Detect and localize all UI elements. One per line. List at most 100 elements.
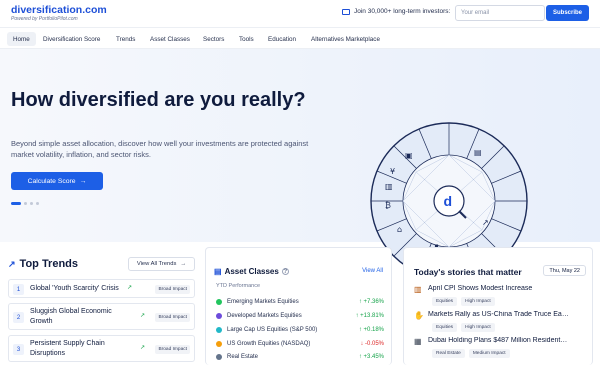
arrow-right-icon: → — [180, 261, 187, 267]
calculate-score-button[interactable]: Calculate Score → — [11, 172, 103, 190]
asset-row[interactable]: Emerging Markets Equities ↑ +7.36% — [216, 295, 384, 308]
hero-title: How diversified are you really? — [11, 89, 306, 111]
hero-description: Beyond simple asset allocation, discover… — [11, 139, 309, 159]
asset-color-dot — [216, 312, 222, 319]
asset-row[interactable]: Large Cap US Equities (S&P 500) ↑ +0.18% — [216, 323, 384, 336]
carousel-dot-active[interactable] — [11, 202, 21, 205]
asset-row[interactable]: US Growth Equities (NASDAQ) ↓ -0.05% — [216, 337, 384, 350]
impact-badge: Broad Impact — [155, 285, 190, 294]
asset-ytd-value: ↑ +7.36% — [358, 298, 384, 305]
view-all-trends-button[interactable]: View All Trends → — [128, 257, 195, 271]
arrow-right-icon: → — [79, 177, 87, 185]
stories-title: Today's stories that matter — [414, 267, 522, 277]
asset-ytd-value: ↑ +3.45% — [358, 353, 384, 360]
nav-alternatives-marketplace[interactable]: Alternatives Marketplace — [305, 32, 386, 46]
asset-ytd-value: ↓ -0.05% — [360, 340, 384, 347]
asset-ytd-value: ↑ +13.81% — [355, 312, 384, 319]
story-tag: High Impact — [461, 323, 495, 332]
nav-asset-classes[interactable]: Asset Classes — [144, 32, 196, 46]
stories-panel: Today's stories that matter Thu, May 22 … — [403, 247, 593, 365]
top-trends-heading: ↗ Top Trends — [8, 258, 78, 270]
asset-name: Emerging Markets Equities — [227, 298, 299, 305]
top-trends-title: Top Trends — [19, 258, 79, 270]
asset-color-dot — [216, 340, 222, 347]
nav-tools[interactable]: Tools — [233, 32, 260, 46]
asset-color-dot — [216, 326, 222, 333]
trend-number: 3 — [13, 344, 24, 355]
story-tags: Equities High Impact — [432, 323, 495, 332]
site-logo[interactable]: diversification.com — [11, 4, 107, 16]
asset-color-dot — [216, 298, 222, 305]
main-nav: Home Diversification Score Trends Asset … — [0, 27, 600, 49]
bitcoin-icon: ₿ — [385, 201, 391, 210]
story-item[interactable]: ▦ Dubai Holding Plans $487 Million Resid… — [414, 337, 589, 361]
story-tags: Real Estate Medium Impact — [432, 349, 510, 358]
asset-name: US Growth Equities (NASDAQ) — [227, 340, 311, 347]
story-tag: Equities — [432, 323, 458, 332]
nav-diversification-score[interactable]: Diversification Score — [37, 32, 106, 46]
asset-name: Real Estate — [227, 353, 259, 360]
asset-classes-heading: ▤ Asset Classes ? — [214, 267, 289, 276]
date-badge: Thu, May 22 — [543, 265, 586, 276]
info-icon[interactable]: ? — [281, 268, 289, 275]
building-icon: ▦ — [414, 337, 422, 346]
wheel-center-letter: d — [444, 193, 453, 209]
story-tag: Equities — [432, 297, 458, 306]
trend-number: 1 — [13, 284, 24, 295]
nav-education[interactable]: Education — [262, 32, 302, 46]
view-all-trends-label: View All Trends — [136, 261, 177, 267]
building-icon: ▤ — [474, 148, 482, 157]
impact-badge: Broad Impact — [155, 313, 190, 322]
trend-number: 2 — [13, 312, 24, 323]
yen-icon: ¥ — [390, 167, 395, 176]
subscribe-button[interactable]: Subscribe — [546, 5, 589, 21]
story-item[interactable]: ✋ Markets Rally as US-China Trade Truce … — [414, 311, 589, 335]
trend-item[interactable]: 3 Persistent Supply Chain Disruptions ↗ … — [8, 335, 195, 362]
asset-row[interactable]: Real Estate ↑ +3.45% — [216, 350, 384, 363]
trend-up-icon: ↗ — [127, 285, 133, 291]
handshake-icon: ✋ — [414, 311, 424, 320]
ytd-performance-label: YTD Performance — [216, 283, 261, 289]
trend-item[interactable]: 1 Global 'Youth Scarcity' Crisis ↗ Broad… — [8, 279, 195, 298]
carousel-dot[interactable] — [24, 202, 27, 205]
asset-name: Large Cap US Equities (S&P 500) — [227, 326, 318, 333]
top-trends-panel: ↗ Top Trends View All Trends → 1 Global … — [0, 247, 200, 365]
story-tag: High Impact — [461, 297, 495, 306]
story-headline[interactable]: Markets Rally as US-China Trade Truce Ea… — [428, 311, 588, 318]
carousel-dots — [11, 202, 39, 205]
asset-name: Developed Markets Equities — [227, 312, 302, 319]
newsletter-prompt: Join 30,000+ long-term investors: — [342, 8, 450, 15]
asset-color-dot — [216, 353, 222, 360]
asset-classes-panel: ▤ Asset Classes ? View All YTD Performan… — [205, 247, 392, 365]
story-headline[interactable]: April CPI Shows Modest Increase — [428, 285, 588, 292]
email-input[interactable]: Your email — [455, 5, 545, 21]
trend-text: Sluggish Global Economic Growth — [30, 308, 112, 325]
chart-icon: ▤ — [214, 267, 222, 276]
story-tags: Equities High Impact — [432, 297, 495, 306]
hero-section: How diversified are you really? Beyond s… — [0, 49, 600, 280]
bar-chart-icon: ▥ — [385, 182, 393, 191]
trend-text: Persistent Supply Chain Disruptions — [30, 340, 105, 357]
trend-up-icon: ↗ — [140, 313, 146, 319]
trend-item[interactable]: 2 Sluggish Global Economic Growth ↗ Broa… — [8, 303, 195, 330]
story-item[interactable]: ▥ April CPI Shows Modest Increase Equiti… — [414, 285, 589, 309]
nav-sectors[interactable]: Sectors — [197, 32, 230, 46]
bank-icon: ⌂ — [397, 225, 402, 234]
nav-trends[interactable]: Trends — [110, 32, 141, 46]
trend-text: Global 'Youth Scarcity' Crisis — [30, 285, 119, 292]
nav-home[interactable]: Home — [7, 32, 36, 46]
cta-label: Calculate Score — [27, 177, 76, 185]
chart-icon: ▥ — [414, 285, 422, 294]
carousel-dot[interactable] — [36, 202, 39, 205]
asset-row[interactable]: Developed Markets Equities ↑ +13.81% — [216, 309, 384, 322]
asset-classes-title: Asset Classes — [224, 267, 279, 276]
mail-icon — [342, 8, 350, 15]
asset-ytd-value: ↑ +0.18% — [358, 326, 384, 333]
newsletter-text: Join 30,000+ long-term investors: — [354, 8, 451, 15]
trend-up-icon: ↗ — [8, 258, 16, 269]
view-all-assets-link[interactable]: View All — [362, 268, 383, 274]
top-bar: diversification.com Powered by Portfolio… — [0, 0, 600, 27]
story-tag: Real Estate — [432, 349, 465, 358]
story-headline[interactable]: Dubai Holding Plans $487 Million Residen… — [428, 337, 588, 344]
carousel-dot[interactable] — [30, 202, 33, 205]
